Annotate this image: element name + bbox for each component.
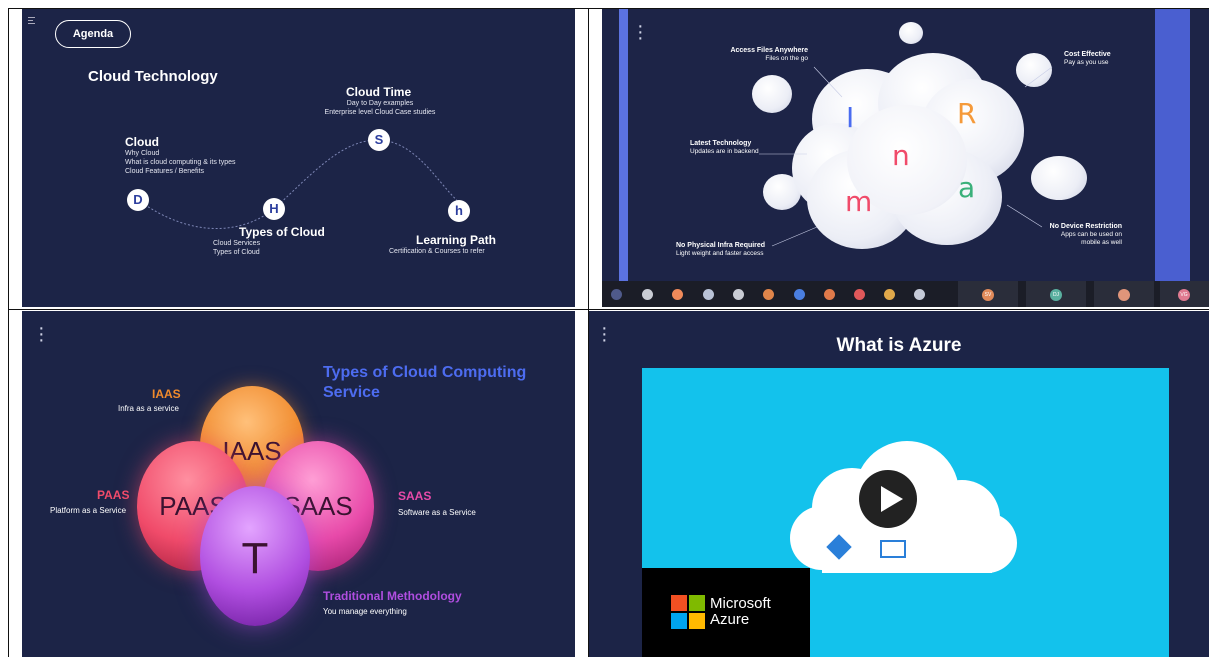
cloud-time-heading: Cloud Time [346,85,412,99]
grid-border-left [8,8,9,657]
node-h-lower: h [448,200,470,222]
cloud-time-details: Day to Day examples Enterprise level Clo… [324,100,436,116]
cloud-heading: Cloud [125,135,159,149]
participant-avatar[interactable] [672,289,683,300]
connector-lines [759,66,1053,247]
types-details: Cloud Services Types of Cloud [213,240,261,256]
azure-server-icon [880,540,906,558]
iaas-description: Infra as a service [118,404,179,413]
label-access-files: Access Files Anywhere Files on the go [730,47,808,62]
slide-cloud-features: · · · I R n a m Access Files Anywhere Files… [602,9,1209,307]
participant-avatar[interactable] [703,289,714,300]
node-s: S [368,129,390,151]
traditional-label: Traditional Methodology [323,589,462,603]
cloud-details: Why Cloud What is cloud computing & its … [125,150,236,175]
participant-avatar[interactable] [794,289,805,300]
participant-tile[interactable] [1094,281,1154,307]
saas-description: Software as a Service [398,508,476,517]
learning-heading: Learning Path [416,233,497,247]
play-button[interactable] [859,470,917,528]
meeting-participant-bar: SV DJ VG [602,281,1209,307]
learning-details: Certification & Courses to refer [389,248,485,255]
grid-border-horizontal [8,309,1209,310]
participant-avatar[interactable] [642,289,653,300]
more-options-icon[interactable]: · · · [38,318,45,350]
participant-avatar[interactable] [733,289,744,300]
play-icon [881,486,903,512]
azure-video-player[interactable]: Microsoft Azure [642,368,1169,657]
label-no-physical-infra: No Physical Infra Required Light weight a… [676,242,766,257]
microsoft-logo-icon [671,595,705,629]
label-no-device-restriction: No Device Restriction Apps can be used on… [1049,223,1122,246]
traditional-sphere: T [200,486,310,626]
slide-title: What is Azure [836,335,962,356]
node-h: H [263,198,285,220]
paas-description: Platform as a Service [50,506,127,515]
slide-cloud-technology: Agenda Cloud Technology D H S h Cloud Wh… [22,9,575,307]
slide-title: Types of Cloud Computing Service [323,364,527,401]
slide-what-is-azure: · · · What is Azure Microsoft Azure [589,311,1209,657]
participant-avatar[interactable] [824,289,835,300]
paas-label: PAAS [97,488,130,502]
roadmap-curve [137,139,470,229]
participant-avatar[interactable] [763,289,774,300]
slide-cloud-service-types: · · · Types of Cloud Computing Service IAA… [22,311,575,657]
microsoft-azure-logo: Microsoft Azure [642,568,810,657]
participant-tile[interactable]: SV [958,281,1018,307]
participant-avatar[interactable] [611,289,622,300]
participant-avatar[interactable] [854,289,865,300]
node-d: D [127,189,149,211]
saas-label: SAAS [398,489,432,503]
participant-tile[interactable]: VG [1160,281,1209,307]
participant-avatar[interactable] [914,289,925,300]
iaas-label: IAAS [152,387,181,401]
participant-tile[interactable]: DJ [1026,281,1086,307]
label-latest-technology: Latest Technology Updates are in backend [690,140,759,155]
microsoft-azure-wordmark: Microsoft Azure [710,595,771,628]
types-heading: Types of Cloud [239,225,325,239]
participant-avatar[interactable] [884,289,895,300]
label-cost-effective: Cost Effective Pay as you use [1064,51,1111,66]
traditional-description: You manage everything [323,607,407,616]
